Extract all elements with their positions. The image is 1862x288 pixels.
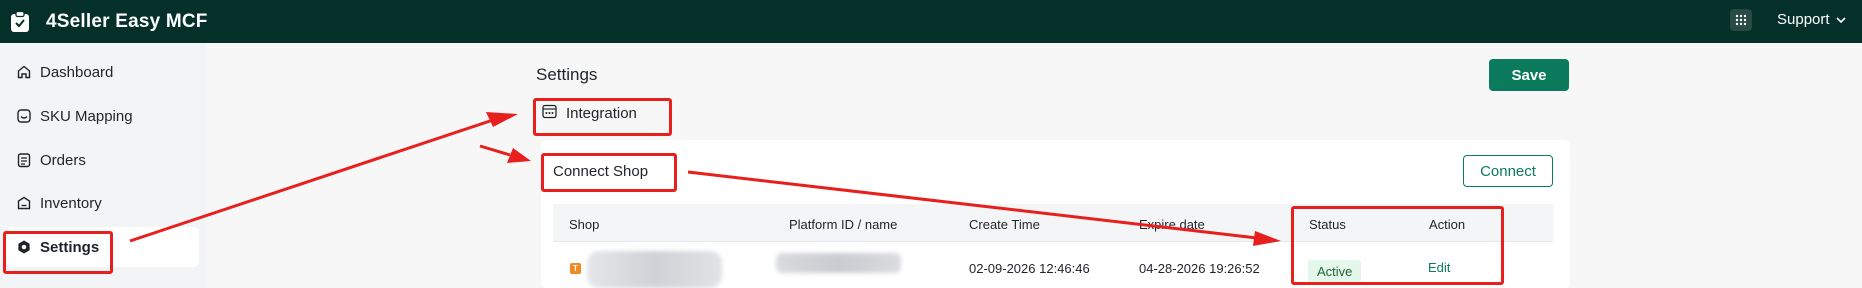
page-title: Settings bbox=[536, 65, 598, 84]
mapping-icon bbox=[16, 108, 32, 124]
apps-grid-icon[interactable] bbox=[1730, 9, 1752, 31]
column-header-shop: Shop bbox=[569, 217, 600, 232]
redacted-platform-id bbox=[776, 253, 901, 273]
annotation-box-status-action bbox=[1291, 206, 1504, 285]
column-header-platform: Platform ID / name bbox=[789, 217, 898, 232]
support-label: Support bbox=[1777, 11, 1830, 28]
redacted-shop-name bbox=[587, 251, 722, 288]
sidebar-item-label: Inventory bbox=[40, 194, 102, 212]
save-button[interactable]: Save bbox=[1489, 59, 1569, 91]
column-header-create-time: Create Time bbox=[969, 217, 1040, 232]
connect-button[interactable]: Connect bbox=[1463, 155, 1553, 187]
create-time-cell: 02-09-2026 12:46:46 bbox=[969, 261, 1090, 276]
support-menu[interactable]: Support bbox=[1777, 11, 1846, 28]
sidebar-item-orders[interactable]: Orders bbox=[6, 140, 199, 180]
sidebar-item-inventory[interactable]: Inventory bbox=[6, 183, 199, 223]
sidebar-item-label: Orders bbox=[40, 151, 86, 169]
sidebar-item-dashboard[interactable]: Dashboard bbox=[6, 52, 199, 92]
inventory-icon bbox=[16, 195, 32, 211]
sidebar-item-label: SKU Mapping bbox=[40, 107, 133, 125]
orders-icon bbox=[16, 152, 32, 168]
brand[interactable]: 4Seller Easy MCF bbox=[10, 10, 208, 33]
sidebar-item-label: Dashboard bbox=[40, 63, 114, 81]
column-header-expire-date: Expire date bbox=[1139, 217, 1205, 232]
top-bar: 4Seller Easy MCF Support bbox=[0, 0, 1862, 43]
app-name: 4Seller Easy MCF bbox=[46, 10, 208, 32]
expire-date-cell: 04-28-2026 19:26:52 bbox=[1139, 261, 1260, 276]
chevron-down-icon bbox=[1835, 11, 1846, 28]
annotation-box-settings bbox=[3, 231, 113, 274]
annotation-box-connect-shop bbox=[541, 153, 677, 192]
shop-platform-icon: T bbox=[570, 263, 581, 274]
sidebar-item-sku-mapping[interactable]: SKU Mapping bbox=[6, 96, 199, 136]
annotation-box-integration bbox=[533, 98, 672, 136]
clipboard-icon bbox=[10, 10, 30, 33]
home-icon bbox=[16, 64, 32, 80]
